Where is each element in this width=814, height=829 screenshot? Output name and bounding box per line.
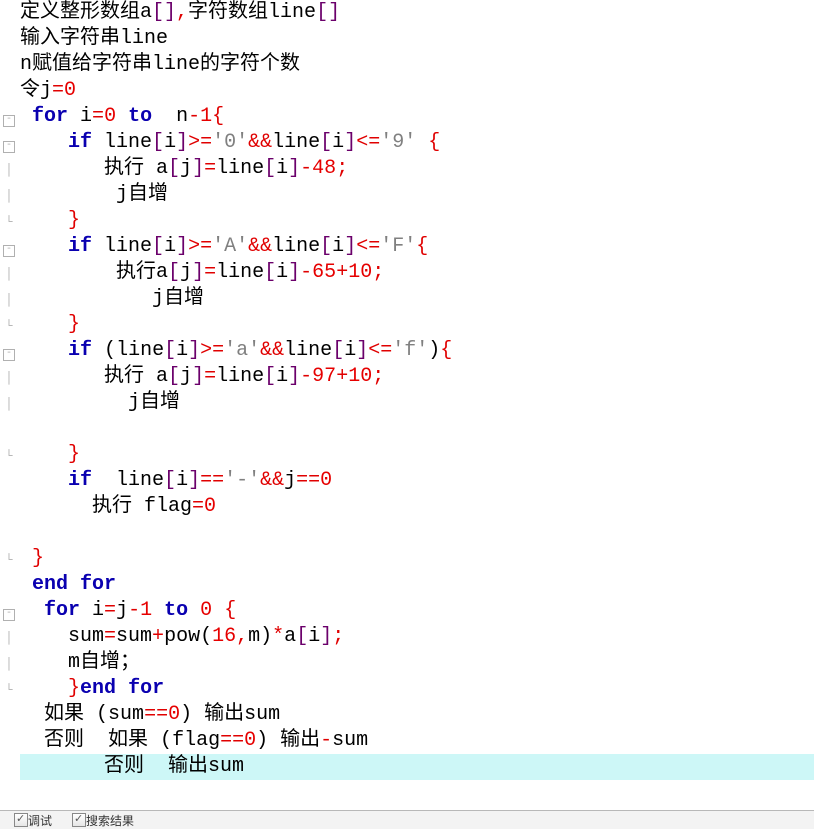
code-line[interactable]: j自增	[20, 182, 814, 208]
tab-debug-icon[interactable]: ✓	[14, 813, 28, 827]
code-line[interactable]: 否则 如果 (flag==0) 输出-sum	[20, 728, 814, 754]
code-line[interactable]	[20, 520, 814, 546]
code-line[interactable]: j自增	[20, 390, 814, 416]
fold-marker[interactable]	[0, 494, 18, 520]
tab-debug-label[interactable]: 调试	[28, 812, 52, 829]
code-line[interactable]: for i=j-1 to 0 {	[20, 598, 814, 624]
bottom-tab-bar[interactable]: ✓ 调试 ✓ 搜索结果	[0, 810, 814, 829]
fold-marker[interactable]	[0, 52, 18, 78]
code-line[interactable]: 令j=0	[20, 78, 814, 104]
fold-marker[interactable]	[0, 702, 18, 728]
code-line[interactable]	[20, 416, 814, 442]
code-line[interactable]: if line[i]>='A'&&line[i]<='F'{	[20, 234, 814, 260]
fold-marker[interactable]: └	[0, 312, 18, 338]
fold-marker[interactable]	[0, 520, 18, 546]
fold-marker[interactable]	[0, 754, 18, 780]
code-line[interactable]: }	[20, 442, 814, 468]
code-line[interactable]: for i=0 to n-1{	[20, 104, 814, 130]
code-line[interactable]: 执行 flag=0	[20, 494, 814, 520]
code-line[interactable]: }	[20, 312, 814, 338]
fold-marker[interactable]	[0, 416, 18, 442]
code-editor[interactable]: --││└-││└-││└└-││└ 定义整形数组a[],字符数组line[]输…	[0, 0, 814, 780]
code-line[interactable]: }	[20, 208, 814, 234]
fold-marker[interactable]: │	[0, 156, 18, 182]
code-line[interactable]: n赋值给字符串line的字符个数	[20, 52, 814, 78]
fold-marker[interactable]: └	[0, 208, 18, 234]
code-line[interactable]: if line[i]>='0'&&line[i]<='9' {	[20, 130, 814, 156]
fold-marker[interactable]: -	[0, 598, 18, 624]
code-line[interactable]: 执行 a[j]=line[i]-48;	[20, 156, 814, 182]
fold-marker[interactable]: │	[0, 286, 18, 312]
fold-marker[interactable]: │	[0, 364, 18, 390]
fold-marker[interactable]: └	[0, 546, 18, 572]
fold-marker[interactable]	[0, 26, 18, 52]
fold-marker[interactable]: │	[0, 624, 18, 650]
fold-marker[interactable]: -	[0, 234, 18, 260]
tab-search-icon[interactable]: ✓	[72, 813, 86, 827]
code-line[interactable]: 否则 输出sum	[20, 754, 814, 780]
code-line[interactable]: 定义整形数组a[],字符数组line[]	[20, 0, 814, 26]
code-line[interactable]: m自增；	[20, 650, 814, 676]
fold-marker[interactable]	[0, 468, 18, 494]
code-line[interactable]: j自增	[20, 286, 814, 312]
code-line[interactable]: }end for	[20, 676, 814, 702]
fold-marker[interactable]: │	[0, 650, 18, 676]
code-area[interactable]: 定义整形数组a[],字符数组line[]输入字符串linen赋值给字符串line…	[18, 0, 814, 780]
fold-marker[interactable]	[0, 728, 18, 754]
code-line[interactable]: if (line[i]>='a'&&line[i]<='f'){	[20, 338, 814, 364]
code-line[interactable]: end for	[20, 572, 814, 598]
fold-marker[interactable]: -	[0, 338, 18, 364]
fold-gutter[interactable]: --││└-││└-││└└-││└	[0, 0, 18, 780]
fold-marker[interactable]	[0, 572, 18, 598]
fold-marker[interactable]: └	[0, 442, 18, 468]
code-line[interactable]: 执行a[j]=line[i]-65+10;	[20, 260, 814, 286]
fold-marker[interactable]: -	[0, 104, 18, 130]
code-line[interactable]: 执行 a[j]=line[i]-97+10;	[20, 364, 814, 390]
code-line[interactable]: }	[20, 546, 814, 572]
code-line[interactable]: if line[i]=='-'&&j==0	[20, 468, 814, 494]
fold-marker[interactable]: │	[0, 260, 18, 286]
fold-marker[interactable]: └	[0, 676, 18, 702]
fold-marker[interactable]: │	[0, 182, 18, 208]
fold-marker[interactable]: │	[0, 390, 18, 416]
code-line[interactable]: sum=sum+pow(16,m)*a[i];	[20, 624, 814, 650]
tab-search-label[interactable]: 搜索结果	[86, 812, 134, 829]
fold-marker[interactable]	[0, 78, 18, 104]
fold-marker[interactable]	[0, 0, 18, 26]
code-line[interactable]: 输入字符串line	[20, 26, 814, 52]
code-line[interactable]: 如果 (sum==0) 输出sum	[20, 702, 814, 728]
fold-marker[interactable]: -	[0, 130, 18, 156]
